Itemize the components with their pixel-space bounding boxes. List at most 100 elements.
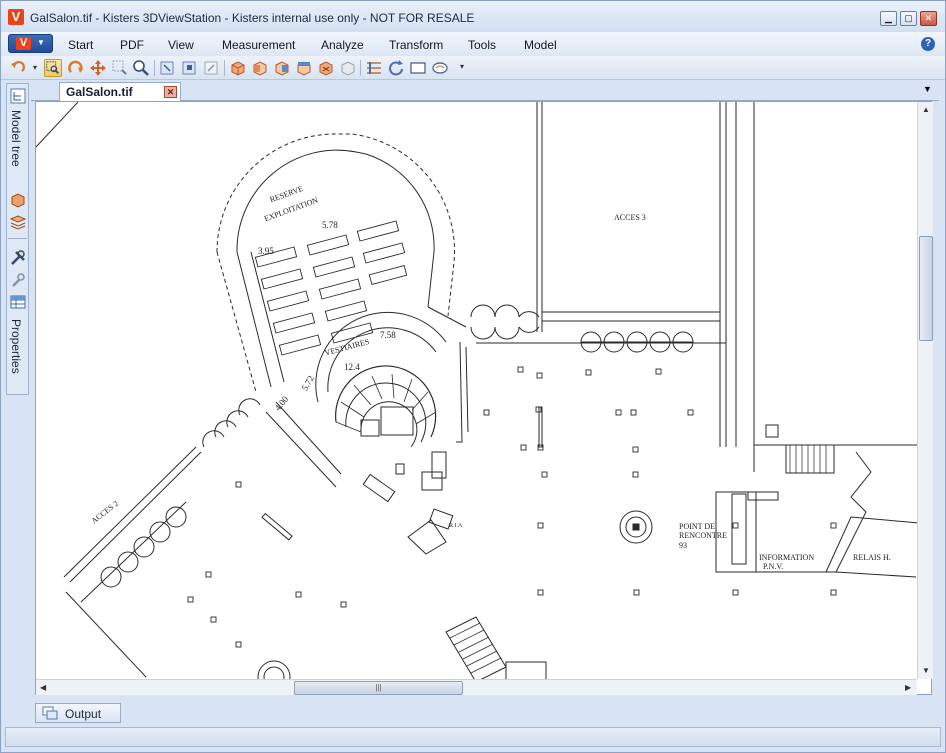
label-rencontre: RENCONTRE	[679, 531, 727, 540]
rotate-icon[interactable]	[67, 59, 85, 77]
label-dim-758: 7.58	[380, 330, 396, 340]
view-back-icon[interactable]	[251, 59, 269, 77]
label-dim-124: 12.4	[344, 362, 360, 372]
minimize-button[interactable]: ▁	[880, 11, 897, 26]
menu-tools[interactable]: Tools	[468, 38, 496, 52]
toolbar-separator	[360, 60, 361, 76]
rectangle-markup-icon[interactable]	[409, 59, 427, 77]
zoom-box-icon[interactable]	[111, 59, 129, 77]
view-right-icon[interactable]	[295, 59, 313, 77]
app-logo-icon: V	[8, 9, 24, 25]
plan-wall	[465, 346, 469, 433]
tab-list-dropdown-icon[interactable]: ▼	[923, 84, 932, 94]
fit-all-icon[interactable]	[159, 59, 177, 77]
model-tree-icon[interactable]	[10, 88, 26, 104]
plan-stair-arc	[360, 401, 418, 448]
undo-icon[interactable]	[9, 59, 27, 77]
scroll-right-icon[interactable]: ▶	[905, 683, 911, 692]
plan-wall	[427, 306, 467, 328]
floor-plan-drawing[interactable]: RESERVE EXPLOITATION 3.95 5.78 VESTIAIRE…	[36, 102, 932, 695]
left-sidebar: Model tree Properties	[6, 83, 29, 395]
meeting-point-symbol	[632, 523, 640, 531]
ellipse-markup-icon[interactable]	[431, 59, 449, 77]
menu-pdf[interactable]: PDF	[120, 38, 144, 52]
zoom-select-icon	[46, 61, 59, 74]
label-ria: R.I.A	[449, 523, 463, 529]
chevron-down-icon: ▼	[37, 38, 45, 47]
toolbar-overflow-icon[interactable]: ▾	[460, 62, 464, 71]
fit-selection-icon[interactable]	[181, 59, 199, 77]
menu-measurement[interactable]: Measurement	[222, 38, 295, 52]
view-front-icon[interactable]	[229, 59, 247, 77]
menu-view[interactable]: View	[168, 38, 194, 52]
plan-box	[380, 406, 414, 436]
horizontal-scroll-thumb[interactable]: |||	[294, 681, 463, 695]
toolbar-separator	[154, 60, 155, 76]
reset-view-icon[interactable]	[387, 59, 405, 77]
label-dim-400: 4.00	[273, 394, 291, 413]
close-button[interactable]: ✕	[920, 11, 937, 26]
output-window-icon	[42, 706, 58, 720]
document-tab[interactable]: GalSalon.tif ✕	[59, 82, 181, 101]
plan-box	[360, 419, 380, 437]
plan-box	[362, 473, 396, 503]
plan-stairs	[785, 444, 835, 474]
model-tree-tab[interactable]: Model tree	[9, 110, 23, 167]
plan-columns	[187, 366, 837, 648]
maximize-button[interactable]: ▢	[900, 11, 917, 26]
toolbar-separator	[224, 60, 225, 76]
plan-box	[538, 406, 543, 448]
app-menu-button[interactable]: V ▼	[8, 34, 53, 53]
wrench-icon[interactable]	[10, 272, 26, 288]
menu-model[interactable]: Model	[524, 38, 557, 52]
plan-round-doors	[580, 331, 694, 353]
view-left-icon[interactable]	[273, 59, 291, 77]
sidebar-separator	[8, 238, 27, 239]
plan-round-doors	[100, 506, 187, 588]
layers-icon[interactable]	[10, 214, 26, 230]
scroll-down-icon[interactable]: ▼	[922, 666, 930, 675]
vertical-scroll-thumb[interactable]	[919, 236, 933, 341]
menu-start[interactable]: Start	[68, 38, 93, 52]
plan-line	[36, 102, 79, 148]
horizontal-scrollbar[interactable]: ◀ ||| ▶	[36, 679, 917, 695]
pan-icon[interactable]	[89, 59, 107, 77]
menu-transform[interactable]: Transform	[389, 38, 443, 52]
menu-analyze[interactable]: Analyze	[321, 38, 364, 52]
section-icon[interactable]	[365, 59, 383, 77]
plan-wall	[407, 519, 447, 555]
plan-stairs	[445, 616, 507, 683]
properties-icon[interactable]	[10, 294, 26, 310]
tab-close-icon[interactable]: ✕	[164, 86, 177, 98]
drawing-viewport[interactable]: RESERVE EXPLOITATION 3.95 5.78 VESTIAIRE…	[35, 101, 932, 695]
scroll-left-icon[interactable]: ◀	[40, 683, 46, 692]
label-acces2: ACCES 2	[90, 499, 121, 526]
help-icon[interactable]: ?	[921, 37, 935, 51]
plan-box	[261, 512, 293, 541]
plan-box	[431, 451, 447, 479]
vertical-scrollbar[interactable]: ▲ ▼	[917, 102, 933, 679]
properties-tab[interactable]: Properties	[9, 319, 23, 374]
tools-icon[interactable]	[10, 250, 26, 266]
plan-box	[747, 491, 779, 501]
window-title: GalSalon.tif - Kisters 3DViewStation - K…	[30, 11, 475, 25]
zoom-icon[interactable]	[132, 59, 150, 77]
plan-box	[395, 463, 405, 475]
label-point-de: POINT DE	[679, 522, 715, 531]
plan-box	[731, 493, 747, 565]
label-acces3: ACCES 3	[614, 213, 646, 222]
select-tool-button[interactable]	[44, 59, 62, 77]
fit-region-icon[interactable]	[203, 59, 221, 77]
plan-wall	[756, 571, 917, 578]
plan-box	[765, 424, 779, 438]
scroll-up-icon[interactable]: ▲	[922, 105, 930, 114]
menu-bar: V ▼ Start PDF View Measurement Analyze T…	[1, 32, 945, 56]
view-top-icon[interactable]	[317, 59, 335, 77]
view-bottom-icon[interactable]	[339, 59, 357, 77]
undo-dropdown-icon[interactable]: ▾	[33, 63, 37, 72]
output-tab[interactable]: Output	[35, 703, 121, 723]
plan-wall	[265, 411, 337, 488]
cube-icon[interactable]	[10, 192, 26, 208]
label-93: 93	[679, 541, 687, 550]
label-dim-572: 5.72	[299, 374, 316, 393]
